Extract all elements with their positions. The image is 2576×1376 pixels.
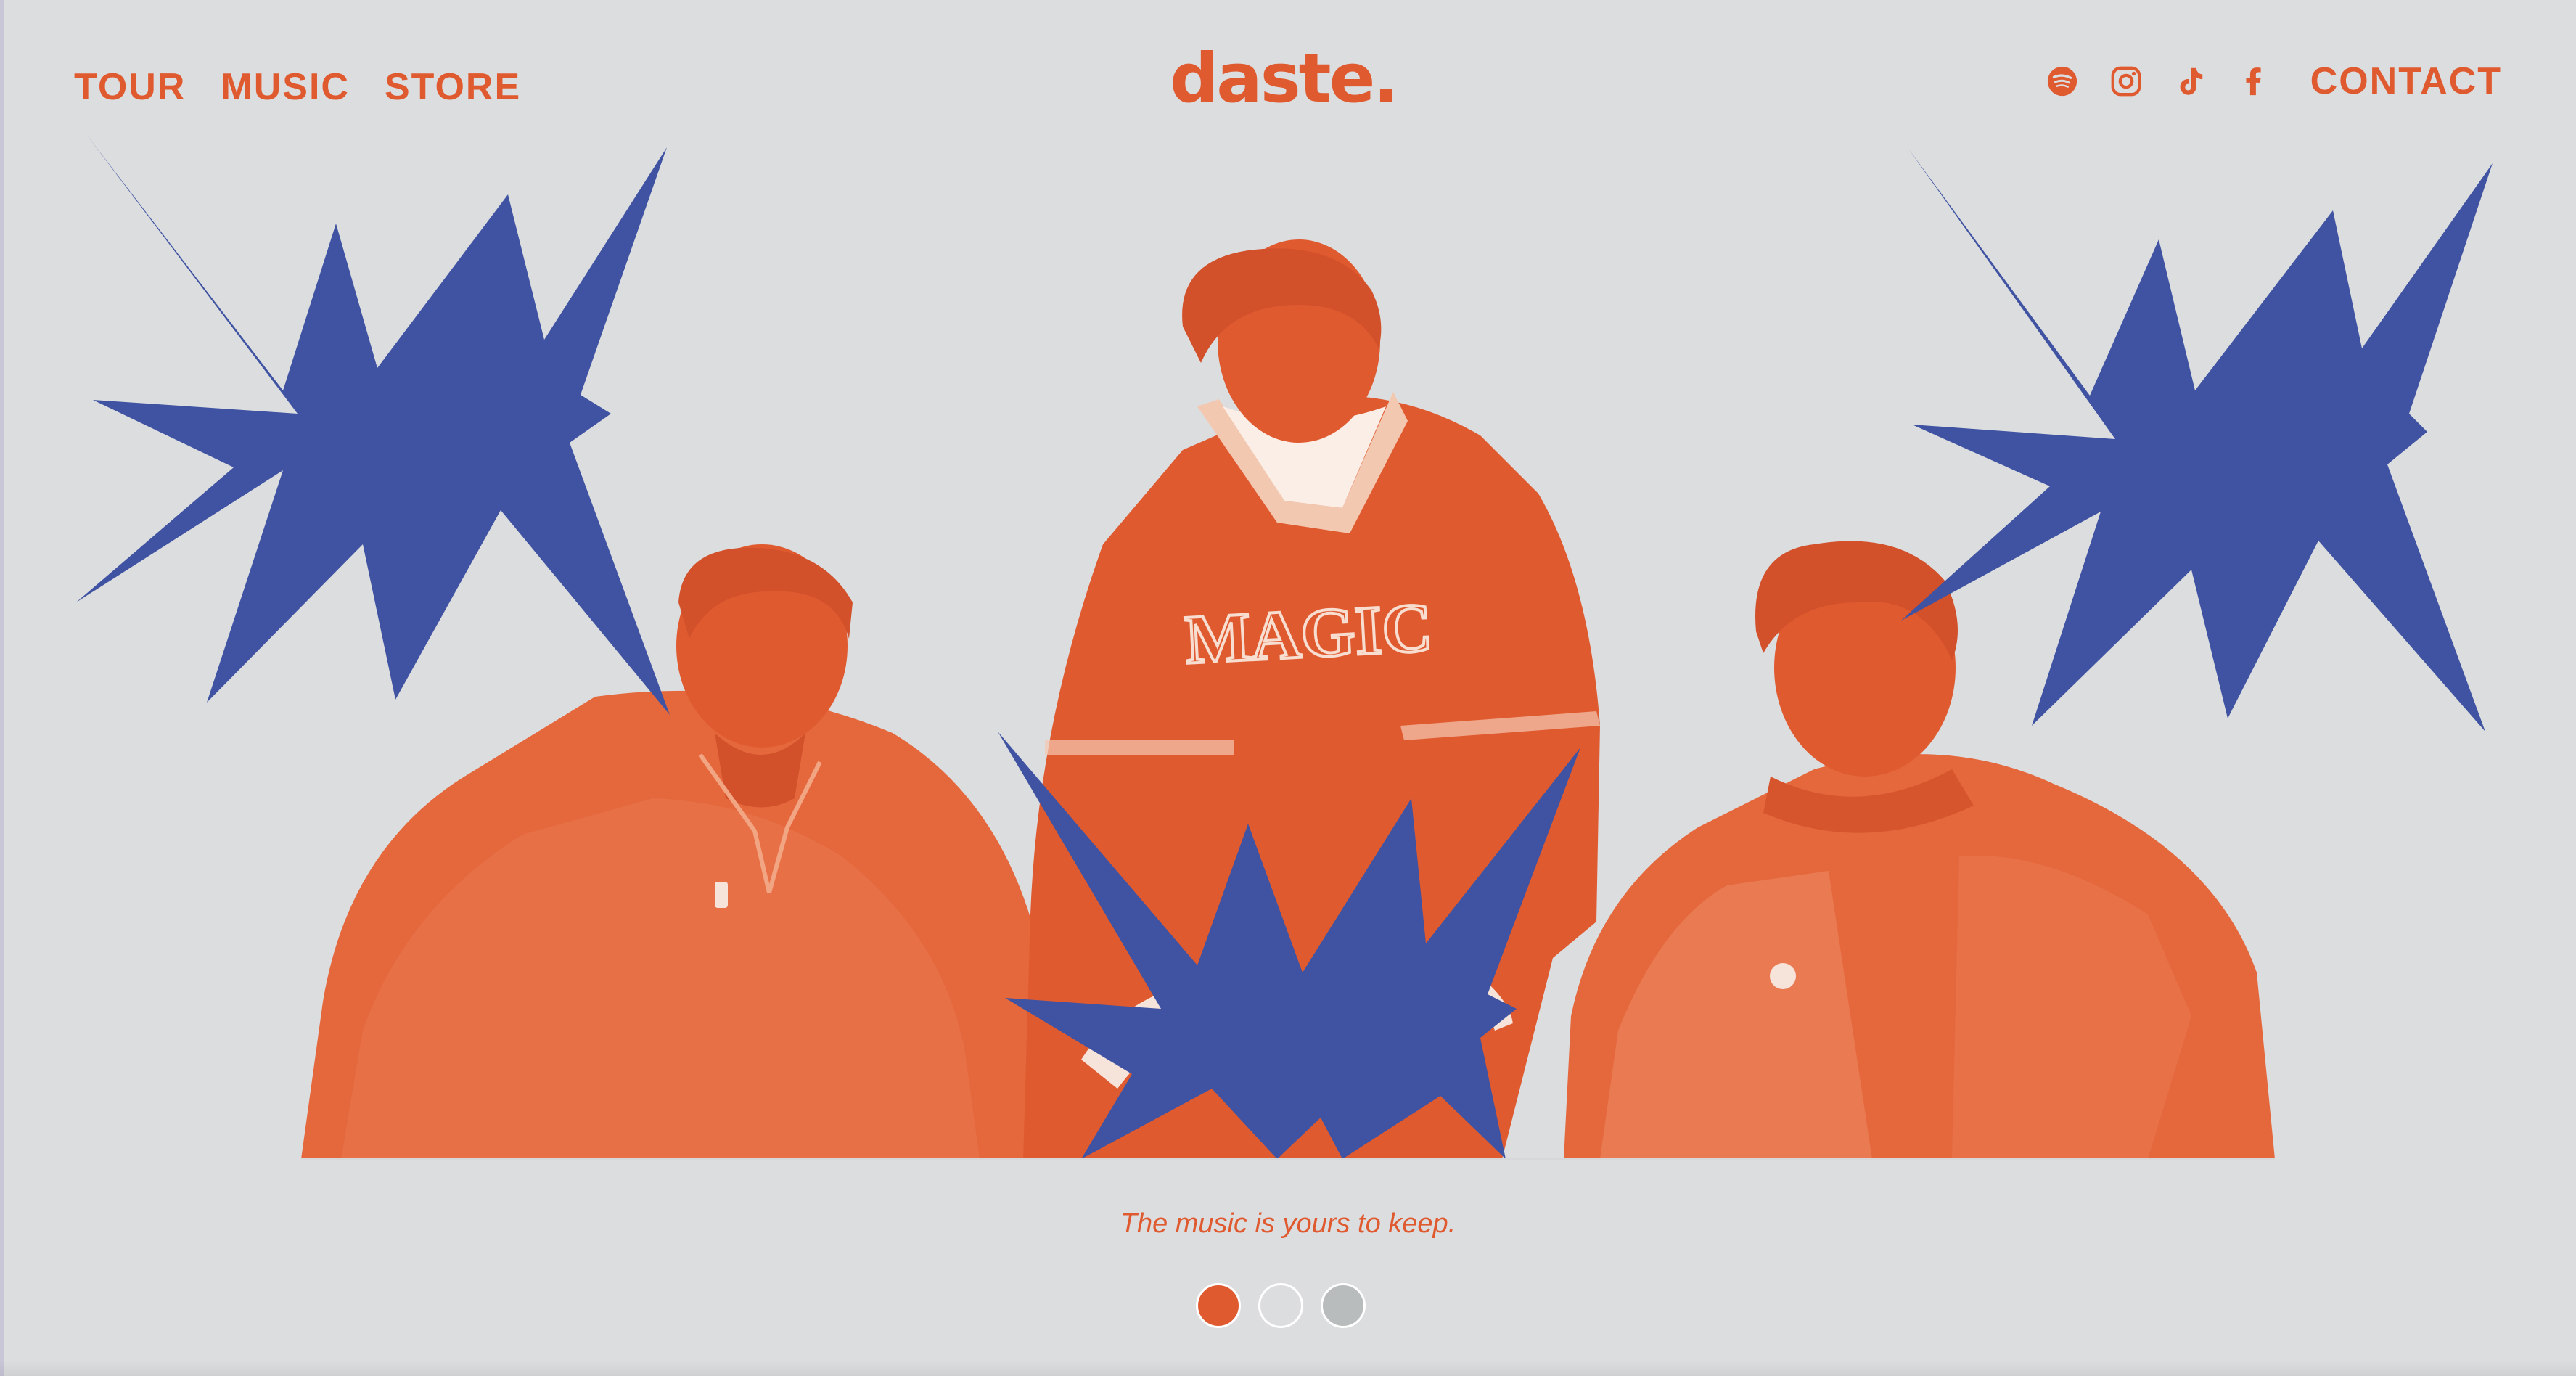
starburst-top-left bbox=[76, 134, 670, 715]
nav-store-link[interactable]: STORE bbox=[385, 65, 521, 109]
hero-illustration: MAGIC bbox=[76, 134, 2493, 1160]
starburst-center bbox=[998, 732, 1580, 1159]
band-member-right bbox=[1564, 541, 2275, 1159]
instagram-icon[interactable] bbox=[2109, 64, 2144, 99]
band-member-left bbox=[301, 544, 1059, 1159]
bottom-shadow bbox=[0, 1360, 2576, 1376]
primary-nav: TOUR MUSIC STORE bbox=[74, 65, 521, 109]
site-header: TOUR MUSIC STORE daste. CONTACT bbox=[0, 0, 2576, 174]
tiktok-icon[interactable] bbox=[2173, 64, 2207, 99]
hero-image: MAGIC bbox=[0, 0, 2576, 1376]
band-member-center: MAGIC bbox=[1023, 239, 1600, 1159]
carousel-dot-1[interactable] bbox=[1196, 1283, 1241, 1328]
left-edge-accent bbox=[0, 0, 4, 1376]
nav-tour-link[interactable]: TOUR bbox=[74, 65, 186, 109]
tagline: The music is yours to keep. bbox=[1120, 1208, 1456, 1239]
carousel-dot-3[interactable] bbox=[1321, 1283, 1366, 1328]
nav-contact-link[interactable]: CONTACT bbox=[2310, 60, 2502, 103]
site-logo[interactable]: daste. bbox=[1170, 45, 1399, 113]
carousel-dots bbox=[1196, 1283, 1366, 1328]
social-nav: CONTACT bbox=[2045, 60, 2502, 103]
jersey-text: MAGIC bbox=[1183, 588, 1434, 679]
carousel-dot-2[interactable] bbox=[1258, 1283, 1303, 1328]
facebook-icon[interactable] bbox=[2236, 64, 2271, 99]
nav-music-link[interactable]: MUSIC bbox=[221, 65, 350, 109]
starburst-top-right bbox=[1901, 149, 2493, 732]
spotify-icon[interactable] bbox=[2045, 64, 2080, 99]
